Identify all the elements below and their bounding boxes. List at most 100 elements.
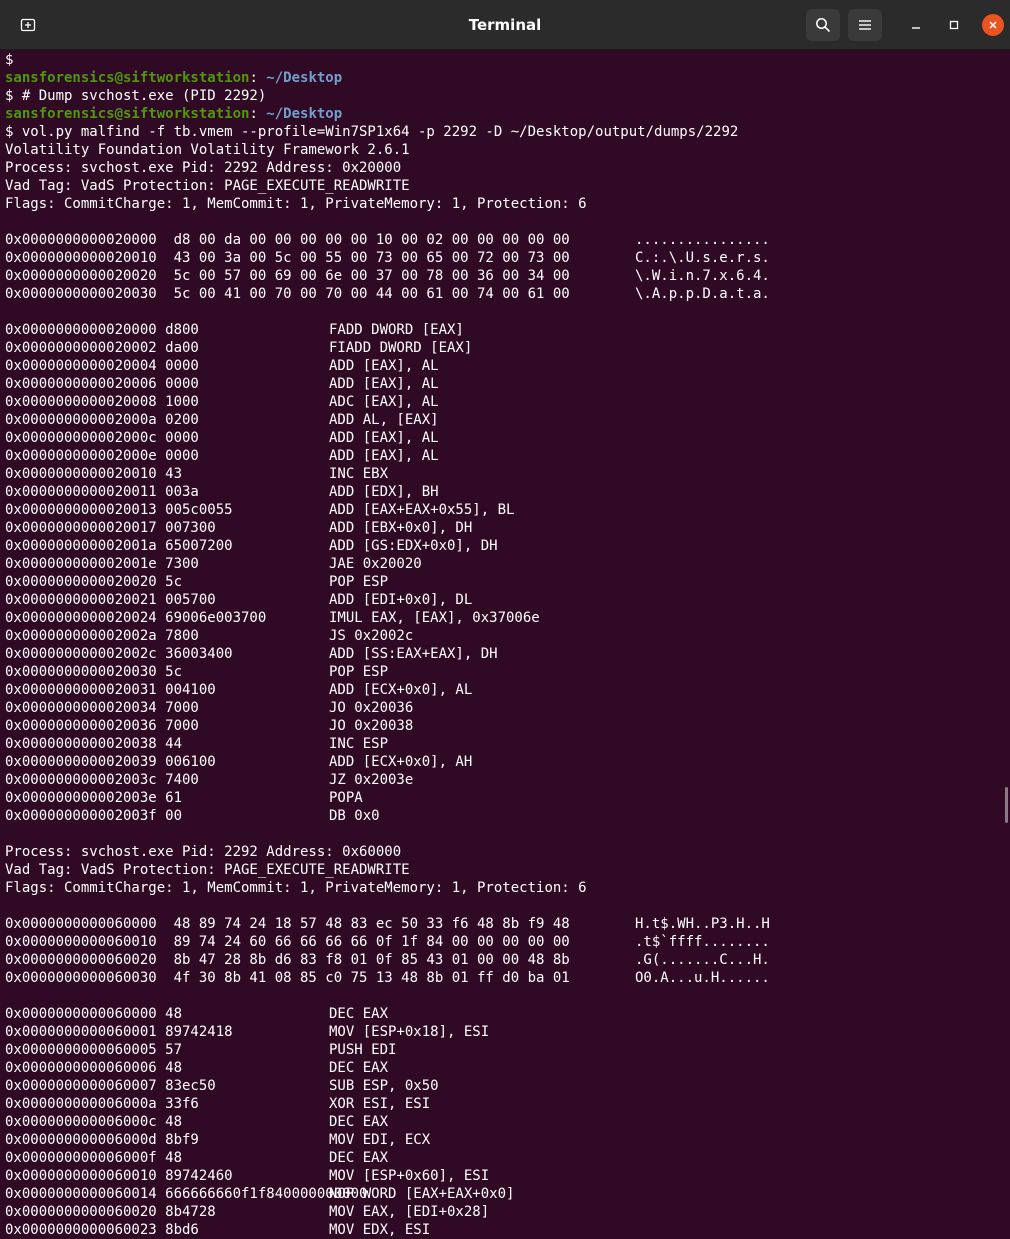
disassembly-address: 0x000000000006000f 48 bbox=[5, 1150, 183, 1166]
disassembly-row: 0x0000000000060000 48 DEC EAX bbox=[5, 1005, 1000, 1023]
hexdump-bytes: 0x0000000000020010 43 00 3a 00 5c 00 55 … bbox=[5, 250, 570, 266]
disassembly-row: 0x0000000000020010 43 INC EBX bbox=[5, 465, 1000, 483]
disassembly-address: 0x000000000002000c 0000 bbox=[5, 430, 199, 446]
output-line: Process: svchost.exe Pid: 2292 Address: … bbox=[5, 844, 402, 860]
disassembly-instruction: IMUL EAX, [EAX], 0x37006e bbox=[329, 610, 540, 626]
disassembly-instruction: ADD [SS:EAX+EAX], DH bbox=[329, 646, 498, 662]
disassembly-address: 0x0000000000020017 007300 bbox=[5, 520, 216, 536]
disassembly-row: 0x0000000000020011 003a ADD [EDX], BH bbox=[5, 483, 1000, 501]
disassembly-instruction: DEC EAX bbox=[329, 1060, 389, 1076]
minimize-button[interactable] bbox=[905, 14, 927, 36]
disassembly-address: 0x000000000002003c 7400 bbox=[5, 772, 199, 788]
disassembly-instruction: ADD [EDI+0x0], DL bbox=[329, 592, 473, 608]
disassembly-instruction: ADD [EAX+EAX+0x55], BL bbox=[329, 502, 515, 518]
hexdump-row: 0x0000000000020020 5c 00 57 00 69 00 6e … bbox=[5, 267, 1000, 285]
disassembly-address: 0x0000000000020021 005700 bbox=[5, 592, 216, 608]
disassembly-row: 0x0000000000060007 83ec50 SUB ESP, 0x50 bbox=[5, 1077, 1000, 1095]
minimize-icon bbox=[912, 27, 920, 29]
disassembly-row: 0x0000000000060023 8bd6 MOV EDX, ESI bbox=[5, 1221, 1000, 1239]
disassembly-instruction: MOV [ESP+0x60], ESI bbox=[329, 1168, 490, 1184]
disassembly-address: 0x0000000000060000 48 bbox=[5, 1006, 183, 1022]
disassembly-instruction: JAE 0x20020 bbox=[329, 556, 422, 572]
disassembly-instruction: JZ 0x2003e bbox=[329, 772, 414, 788]
disassembly-instruction: POP ESP bbox=[329, 574, 389, 590]
disassembly-address: 0x0000000000020010 43 bbox=[5, 466, 183, 482]
scrollbar-indicator[interactable] bbox=[1005, 787, 1008, 823]
hexdump-bytes: 0x0000000000020020 5c 00 57 00 69 00 6e … bbox=[5, 268, 570, 284]
hexdump-bytes: 0x0000000000060010 89 74 24 60 66 66 66 … bbox=[5, 934, 570, 950]
disassembly-row: 0x0000000000060006 48 DEC EAX bbox=[5, 1059, 1000, 1077]
hexdump-bytes: 0x0000000000060030 4f 30 8b 41 08 85 c0 … bbox=[5, 970, 570, 986]
output-line: Volatility Foundation Volatility Framewo… bbox=[5, 142, 410, 158]
prompt-path: ~/Desktop bbox=[266, 106, 343, 122]
disassembly-row: 0x0000000000060010 89742460 MOV [ESP+0x60… bbox=[5, 1167, 1000, 1185]
disassembly-row: 0x0000000000020031 004100 ADD [ECX+0x0], … bbox=[5, 681, 1000, 699]
disassembly-address: 0x0000000000020006 0000 bbox=[5, 376, 199, 392]
disassembly-instruction: JO 0x20036 bbox=[329, 700, 414, 716]
disassembly-row: 0x0000000000060001 89742418 MOV [ESP+0x18… bbox=[5, 1023, 1000, 1041]
disassembly-instruction: ADD [EAX], AL bbox=[329, 376, 439, 392]
hexdump-ascii: C.:.\.U.s.e.r.s. bbox=[635, 250, 770, 266]
disassembly-row: 0x0000000000020030 5c POP ESP bbox=[5, 663, 1000, 681]
disassembly-row: 0x000000000006000c 48 DEC EAX bbox=[5, 1113, 1000, 1131]
disassembly-instruction: MOV [ESP+0x18], ESI bbox=[329, 1024, 490, 1040]
disassembly-instruction: POPA bbox=[329, 790, 363, 806]
disassembly-instruction: ADD [ECX+0x0], AH bbox=[329, 754, 473, 770]
disassembly-address: 0x0000000000020004 0000 bbox=[5, 358, 199, 374]
output-line: Flags: CommitCharge: 1, MemCommit: 1, Pr… bbox=[5, 880, 587, 896]
hexdump-row: 0x0000000000060030 4f 30 8b 41 08 85 c0 … bbox=[5, 969, 1000, 987]
output-line: Vad Tag: VadS Protection: PAGE_EXECUTE_R… bbox=[5, 178, 410, 194]
disassembly-row: 0x0000000000060014 666666660f1f840000000… bbox=[5, 1185, 1000, 1203]
disassembly-address: 0x000000000002003e 61 bbox=[5, 790, 183, 806]
disassembly-instruction: ADD [EAX], AL bbox=[329, 358, 439, 374]
disassembly-row: 0x0000000000020008 1000 ADC [EAX], AL bbox=[5, 393, 1000, 411]
hexdump-bytes: 0x0000000000020030 5c 00 41 00 70 00 70 … bbox=[5, 286, 570, 302]
disassembly-row: 0x000000000002000a 0200 ADD AL, [EAX] bbox=[5, 411, 1000, 429]
disassembly-address: 0x0000000000020024 69006e003700 bbox=[5, 610, 267, 626]
output-line: $ # Dump svchost.exe (PID 2292) bbox=[5, 88, 267, 104]
hexdump-bytes: 0x0000000000060000 48 89 74 24 18 57 48 … bbox=[5, 916, 570, 932]
disassembly-instruction: DEC EAX bbox=[329, 1114, 389, 1130]
disassembly-address: 0x000000000006000a 33f6 bbox=[5, 1096, 199, 1112]
terminal-output[interactable]: $ sansforensics@siftworkstation: ~/Deskto… bbox=[5, 51, 1000, 1239]
disassembly-row: 0x0000000000020034 7000 JO 0x20036 bbox=[5, 699, 1000, 717]
search-icon bbox=[816, 18, 831, 33]
disassembly-address: 0x000000000006000c 48 bbox=[5, 1114, 183, 1130]
disassembly-row: 0x0000000000060005 57 PUSH EDI bbox=[5, 1041, 1000, 1059]
hexdump-row: 0x0000000000020030 5c 00 41 00 70 00 70 … bbox=[5, 285, 1000, 303]
hexdump-row: 0x0000000000020000 d8 00 da 00 00 00 00 … bbox=[5, 231, 1000, 249]
disassembly-instruction: PUSH EDI bbox=[329, 1042, 397, 1058]
disassembly-address: 0x000000000002001a 65007200 bbox=[5, 538, 233, 554]
disassembly-address: 0x0000000000060020 8b4728 bbox=[5, 1204, 216, 1220]
search-button[interactable] bbox=[806, 9, 840, 41]
disassembly-address: 0x0000000000060007 83ec50 bbox=[5, 1078, 216, 1094]
disassembly-address: 0x0000000000020039 006100 bbox=[5, 754, 216, 770]
disassembly-instruction: MOV EAX, [EDI+0x28] bbox=[329, 1204, 490, 1220]
disassembly-instruction: POP ESP bbox=[329, 664, 389, 680]
disassembly-instruction: ADD [ECX+0x0], AL bbox=[329, 682, 473, 698]
disassembly-row: 0x000000000002002a 7800 JS 0x2002c bbox=[5, 627, 1000, 645]
disassembly-instruction: NOP WORD [EAX+EAX+0x0] bbox=[329, 1186, 515, 1202]
disassembly-row: 0x000000000002003e 61 POPA bbox=[5, 789, 1000, 807]
close-button[interactable] bbox=[982, 14, 1004, 36]
disassembly-address: 0x0000000000060001 89742418 bbox=[5, 1024, 233, 1040]
prompt-line: sansforensics@siftworkstation: ~/Desktop bbox=[5, 105, 1000, 123]
disassembly-instruction: ADD [EAX], AL bbox=[329, 430, 439, 446]
disassembly-address: 0x0000000000020013 005c0055 bbox=[5, 502, 233, 518]
disassembly-row: 0x000000000002001a 65007200 ADD [GS:EDX+0… bbox=[5, 537, 1000, 555]
disassembly-instruction: XOR ESI, ESI bbox=[329, 1096, 431, 1112]
hexdump-row: 0x0000000000060020 8b 47 28 8b d6 83 f8 … bbox=[5, 951, 1000, 969]
prompt-separator: : bbox=[249, 106, 267, 122]
prompt-separator: : bbox=[249, 70, 267, 86]
disassembly-address: 0x0000000000020008 1000 bbox=[5, 394, 199, 410]
disassembly-row: 0x0000000000020038 44 INC ESP bbox=[5, 735, 1000, 753]
hexdump-ascii: .G(.......C...H. bbox=[635, 952, 770, 968]
disassembly-address: 0x000000000002000e 0000 bbox=[5, 448, 199, 464]
maximize-button[interactable] bbox=[943, 14, 965, 36]
menu-button[interactable] bbox=[848, 9, 882, 41]
hexdump-bytes: 0x0000000000020000 d8 00 da 00 00 00 00 … bbox=[5, 232, 570, 248]
